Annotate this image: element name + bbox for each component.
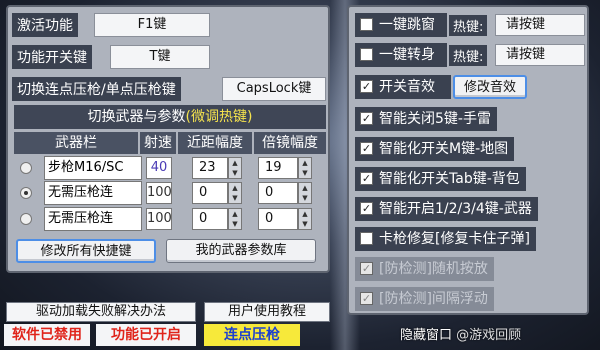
column-weapon: 武器栏	[14, 132, 138, 154]
weapon-radio-2[interactable]	[20, 187, 32, 199]
hotkey-field-jump-window[interactable]: 请按键	[495, 14, 585, 36]
option-label: [防检测]随机按放	[379, 261, 488, 277]
option-label: [防检测]间隔浮动	[379, 291, 488, 307]
check-icon: ✓	[360, 262, 373, 275]
option-label: 一键跳窗	[379, 17, 435, 33]
option-auto-weapon-keys[interactable]: ✓ 智能开启1/2/3/4键-武器	[355, 197, 538, 221]
left-panel: 激活功能 F1键 功能开关键 T键 切换连点压枪/单点压枪键 CapsLock键…	[6, 5, 330, 273]
weapon-rate-3[interactable]: 100	[146, 208, 172, 230]
option-auto-grenade[interactable]: ✓ 智能关闭5键-手雷	[355, 107, 497, 131]
weapon-scope-3[interactable]: 0	[258, 208, 298, 230]
switch-mode-hotkey-field[interactable]: CapsLock键	[222, 77, 326, 101]
modify-sound-button[interactable]: 修改音效	[453, 75, 527, 99]
column-scope: 倍镜幅度	[254, 132, 326, 154]
check-icon[interactable]: ✓	[360, 112, 373, 125]
check-icon[interactable]: ✓	[360, 80, 373, 93]
modify-all-hotkeys-button[interactable]: 修改所有快捷键	[16, 239, 156, 263]
hide-window-text[interactable]: 隐藏窗口	[400, 328, 452, 343]
weapon-section-header: 切换武器与参数(微调热键)	[14, 105, 326, 129]
check-icon: ✓	[360, 292, 373, 305]
status-function: 功能已开启	[96, 324, 196, 346]
weapon-name-2[interactable]: 无需压枪连	[44, 181, 142, 205]
activate-hotkey-field[interactable]: F1键	[94, 13, 210, 37]
option-label: 智能关闭5键-手雷	[379, 111, 491, 127]
option-label: 智能化开关M键-地图	[379, 141, 509, 157]
weapon-near-1-stepper[interactable]: ▲ ▼	[228, 157, 242, 179]
status-mode: 连点压枪	[204, 324, 300, 346]
weapon-scope-1-stepper[interactable]: ▲ ▼	[298, 157, 312, 179]
option-label: 开关音效	[379, 79, 435, 95]
option-auto-map[interactable]: ✓ 智能化开关M键-地图	[355, 137, 515, 161]
checkbox-icon[interactable]	[360, 18, 373, 31]
toggle-label: 功能开关键	[12, 45, 92, 69]
column-rate: 射速	[140, 132, 176, 154]
hotkey-label-1: 热键:	[449, 15, 488, 36]
option-random-press: ✓ [防检测]随机按放	[355, 257, 494, 281]
option-jump-window[interactable]: 一键跳窗	[355, 13, 447, 37]
option-label: 一键转身	[379, 47, 435, 63]
hotkey-label-2: 热键:	[449, 45, 488, 66]
check-icon[interactable]: ✓	[360, 172, 373, 185]
option-label: 智能化开关Tab键-背包	[379, 171, 520, 187]
check-icon[interactable]: ✓	[360, 142, 373, 155]
weapon-name-1[interactable]: 步枪M16/SC	[44, 156, 142, 180]
option-turn-around[interactable]: 一键转身	[355, 43, 447, 67]
option-auto-backpack[interactable]: ✓ 智能化开关Tab键-背包	[355, 167, 526, 191]
weapon-radio-3[interactable]	[20, 213, 32, 225]
switch-mode-label: 切换连点压枪/单点压枪键	[12, 77, 181, 101]
weapon-radio-1[interactable]	[20, 162, 32, 174]
weapon-name-3[interactable]: 无需压枪连	[44, 207, 142, 231]
weapon-section-title: 切换武器与参数	[87, 109, 186, 125]
watermark: @游戏回顾	[456, 328, 522, 343]
weapon-scope-2-stepper[interactable]: ▲ ▼	[298, 182, 312, 204]
driver-fix-button[interactable]: 驱动加载失败解决办法	[6, 302, 196, 322]
option-interval-float: ✓ [防检测]间隔浮动	[355, 287, 494, 311]
hotkey-field-turn-around[interactable]: 请按键	[495, 44, 585, 66]
option-label: 卡枪修复[修复卡住子弹]	[379, 231, 530, 247]
option-jam-fix[interactable]: 卡枪修复[修复卡住子弹]	[355, 227, 536, 251]
checkbox-icon[interactable]	[360, 232, 373, 245]
weapon-near-2[interactable]: 0	[192, 182, 228, 204]
weapon-near-2-stepper[interactable]: ▲ ▼	[228, 182, 242, 204]
my-weapon-library-button[interactable]: 我的武器参数库	[166, 239, 316, 263]
weapon-scope-1[interactable]: 19	[258, 157, 298, 179]
checkbox-icon[interactable]	[360, 48, 373, 61]
option-label: 智能开启1/2/3/4键-武器	[379, 201, 532, 217]
weapon-section-hint: (微调热键)	[185, 109, 253, 125]
weapon-near-1[interactable]: 23	[192, 157, 228, 179]
activate-label: 激活功能	[12, 13, 78, 37]
toggle-hotkey-field[interactable]: T键	[110, 45, 210, 69]
weapon-rate-1[interactable]: 40	[146, 157, 172, 179]
tutorial-button[interactable]: 用户使用教程	[204, 302, 330, 322]
weapon-rate-2[interactable]: 100	[146, 182, 172, 204]
column-near: 近距幅度	[178, 132, 252, 154]
right-panel: 一键跳窗 热键: 请按键 一键转身 热键: 请按键 ✓ 开关音效 修改音效 ✓ 智能…	[347, 5, 589, 315]
weapon-scope-2[interactable]: 0	[258, 182, 298, 204]
weapon-near-3-stepper[interactable]: ▲ ▼	[228, 208, 242, 230]
status-software: 软件已禁用	[4, 324, 90, 346]
hide-window-link[interactable]: 隐藏窗口 @游戏回顾	[400, 324, 521, 343]
weapon-scope-3-stepper[interactable]: ▲ ▼	[298, 208, 312, 230]
option-sound-toggle[interactable]: ✓ 开关音效	[355, 75, 451, 99]
weapon-near-3[interactable]: 0	[192, 208, 228, 230]
check-icon[interactable]: ✓	[360, 202, 373, 215]
